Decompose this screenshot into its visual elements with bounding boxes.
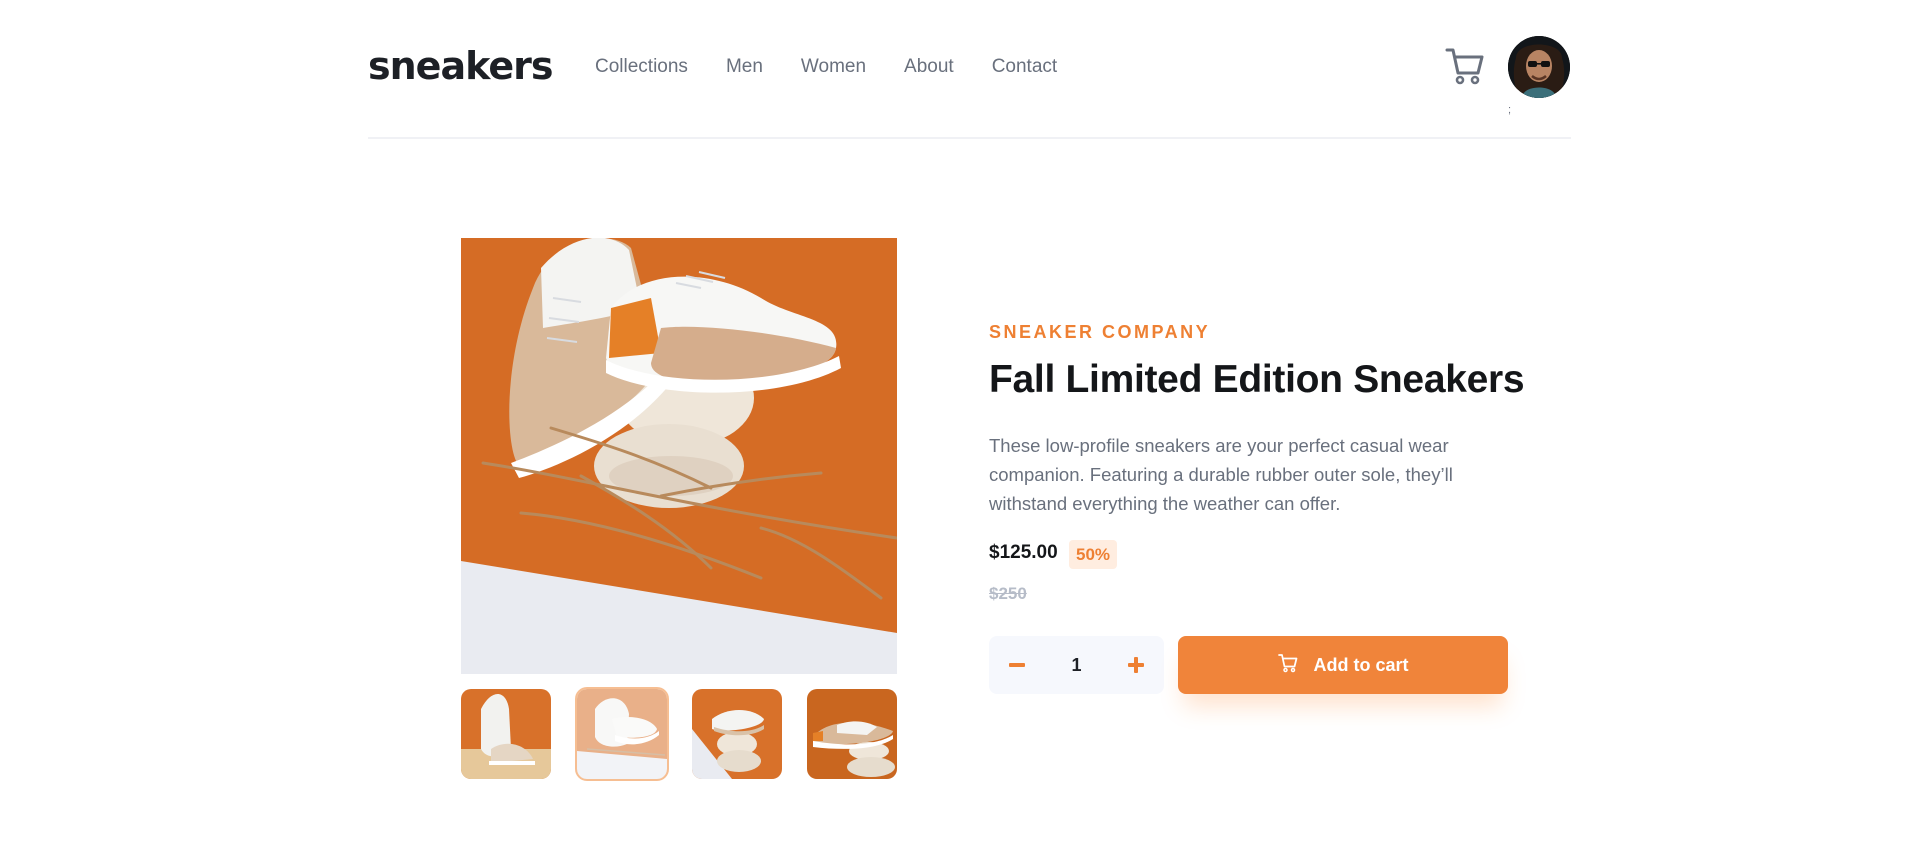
main-nav: Collections Men Women About Contact [595, 56, 1057, 78]
discount-badge: 50% [1069, 540, 1118, 569]
thumbnail-2[interactable] [575, 687, 669, 781]
plus-icon[interactable] [1108, 636, 1164, 694]
company-name: SNEAKER COMPANY [989, 322, 1211, 342]
nav-link-collections[interactable]: Collections [595, 56, 688, 78]
nav-link-men[interactable]: Men [726, 56, 763, 78]
quantity-value: 1 [1071, 655, 1082, 675]
avatar-note: ; [1508, 104, 1512, 116]
logo[interactable]: sneakers [368, 44, 553, 88]
cart-icon [1277, 653, 1299, 678]
quantity-stepper: 1 [989, 636, 1164, 694]
thumbnail-4[interactable] [807, 689, 897, 779]
thumbnail-strip [461, 687, 897, 781]
product-title: Fall Limited Edition Sneakers [989, 358, 1525, 401]
nav-link-women[interactable]: Women [801, 56, 866, 78]
site-header: sneakers Collections Men Women About Con… [368, 0, 1571, 139]
thumbnail-3[interactable] [692, 689, 782, 779]
original-price: $250 [989, 584, 1027, 603]
cart-icon[interactable] [1444, 46, 1486, 86]
thumbnail-1[interactable] [461, 689, 551, 779]
minus-icon[interactable] [989, 636, 1045, 694]
add-to-cart-label: Add to cart [1313, 654, 1409, 675]
current-price: $125.00 [989, 542, 1058, 563]
product-description: These low-profile sneakers are your perf… [989, 435, 1453, 514]
add-to-cart-button[interactable]: Add to cart [1178, 636, 1508, 694]
nav-link-contact[interactable]: Contact [992, 56, 1057, 78]
avatar[interactable] [1508, 36, 1570, 98]
nav-link-about[interactable]: About [904, 56, 954, 78]
product-main-image[interactable] [461, 238, 897, 674]
